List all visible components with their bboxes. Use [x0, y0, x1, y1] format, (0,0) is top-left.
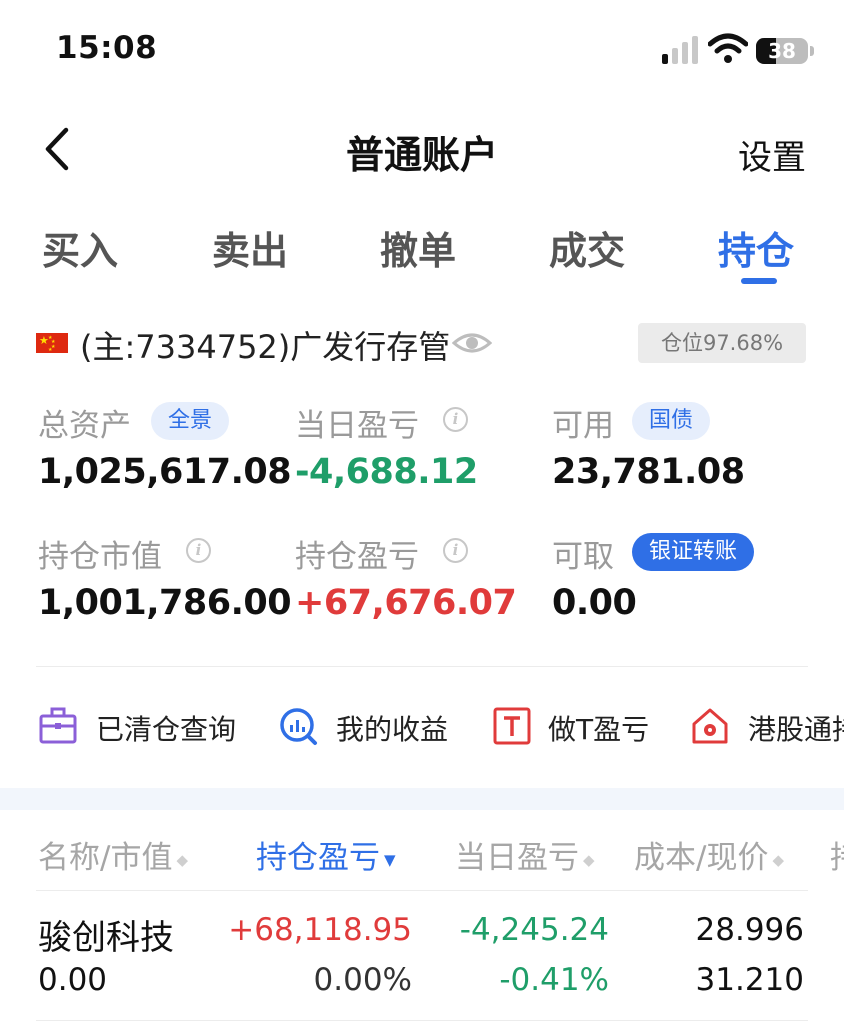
t-box-icon	[493, 707, 531, 745]
daily-pnl-pct-cell: -0.41%	[499, 962, 609, 998]
daily-pnl-value: -4,688.12	[295, 452, 478, 492]
column-header-position-pnl[interactable]: 持仓盈亏 ▼	[256, 832, 396, 877]
daily-pnl-cell: -4,245.24	[459, 912, 609, 948]
briefcase-icon	[39, 707, 77, 744]
t-trade-pnl-button[interactable]: 做T盈亏	[548, 708, 649, 748]
position-pnl-value: +67,676.07	[295, 583, 517, 623]
position-ratio-badge: 仓位97.68%	[638, 323, 806, 363]
cost-price-cell: 28.996	[695, 912, 804, 948]
info-icon[interactable]: i	[443, 538, 468, 563]
sort-desc-icon: ▼	[384, 850, 396, 869]
column-header-name-label: 名称/市值	[38, 840, 173, 876]
market-value-value: 1,001,786.00	[38, 583, 292, 623]
bank-transfer-button[interactable]: 银证转账	[632, 533, 755, 571]
chart-search-icon	[280, 708, 317, 745]
info-icon[interactable]: i	[186, 538, 211, 563]
available-label: 可用	[552, 408, 614, 444]
eye-icon[interactable]	[452, 327, 492, 359]
market-value-label: 持仓市值	[38, 539, 162, 575]
my-earnings-button[interactable]: 我的收益	[336, 708, 448, 748]
current-price-cell: 31.210	[695, 962, 804, 998]
sort-icon: ◆	[176, 850, 188, 869]
tab-buy[interactable]: 买入	[42, 220, 118, 275]
stock-name: 骏创科技	[38, 918, 174, 958]
battery-cap	[810, 46, 814, 56]
available-value: 23,781.08	[552, 452, 745, 492]
divider	[36, 890, 808, 891]
total-assets-label: 总资产	[38, 408, 131, 444]
tab-deals[interactable]: 成交	[549, 220, 625, 275]
column-header-position-pnl-label: 持仓盈亏	[256, 840, 380, 876]
position-pnl-cell: +68,118.95	[228, 912, 412, 948]
column-header-daily-pnl[interactable]: 当日盈亏 ◆	[455, 832, 595, 877]
divider	[36, 1020, 808, 1021]
account-selector[interactable]: (主:7334752)广发行存管	[80, 322, 450, 368]
position-pnl-pct-cell: 0.00%	[313, 962, 412, 998]
divider	[36, 666, 808, 667]
info-icon[interactable]: i	[443, 407, 468, 432]
tab-active-indicator	[741, 278, 777, 284]
tab-sell[interactable]: 卖出	[212, 220, 288, 275]
withdrawable-value: 0.00	[552, 583, 637, 623]
total-assets-value: 1,025,617.08	[38, 452, 292, 492]
tab-cancel[interactable]: 撤单	[380, 220, 456, 275]
china-flag-icon: ★ ★ ★ ★ ★	[36, 333, 68, 353]
tab-positions[interactable]: 持仓	[718, 220, 794, 275]
overview-tag-button[interactable]: 全景	[151, 402, 230, 440]
column-header-cost-price[interactable]: 成本/现价 ◆	[634, 832, 784, 877]
daily-pnl-label: 当日盈亏	[295, 408, 419, 444]
page-title: 普通账户	[345, 133, 498, 177]
withdrawable-label: 可取	[552, 539, 614, 575]
status-time: 15:08	[56, 30, 158, 66]
position-pnl-label: 持仓盈亏	[295, 539, 419, 575]
sort-icon: ◆	[772, 850, 784, 869]
column-header-more[interactable]: 持	[830, 832, 844, 877]
section-separator	[0, 788, 844, 810]
hk-connect-holdings-button[interactable]: 港股通持	[748, 708, 844, 748]
cleared-positions-query-button[interactable]: 已清仓查询	[96, 708, 236, 748]
battery-percent: 38	[768, 39, 796, 63]
treasury-tag-button[interactable]: 国债	[632, 402, 711, 440]
battery-icon: 38	[756, 38, 808, 64]
hk-flower-icon	[692, 708, 728, 744]
stock-market-value: 0.00	[38, 962, 108, 998]
wifi-icon	[708, 33, 748, 63]
column-header-name[interactable]: 名称/市值 ◆	[38, 832, 188, 877]
column-header-daily-pnl-label: 当日盈亏	[455, 840, 579, 876]
column-header-cost-price-label: 成本/现价	[634, 840, 769, 876]
sort-icon: ◆	[583, 850, 595, 869]
settings-button[interactable]: 设置	[738, 130, 806, 179]
